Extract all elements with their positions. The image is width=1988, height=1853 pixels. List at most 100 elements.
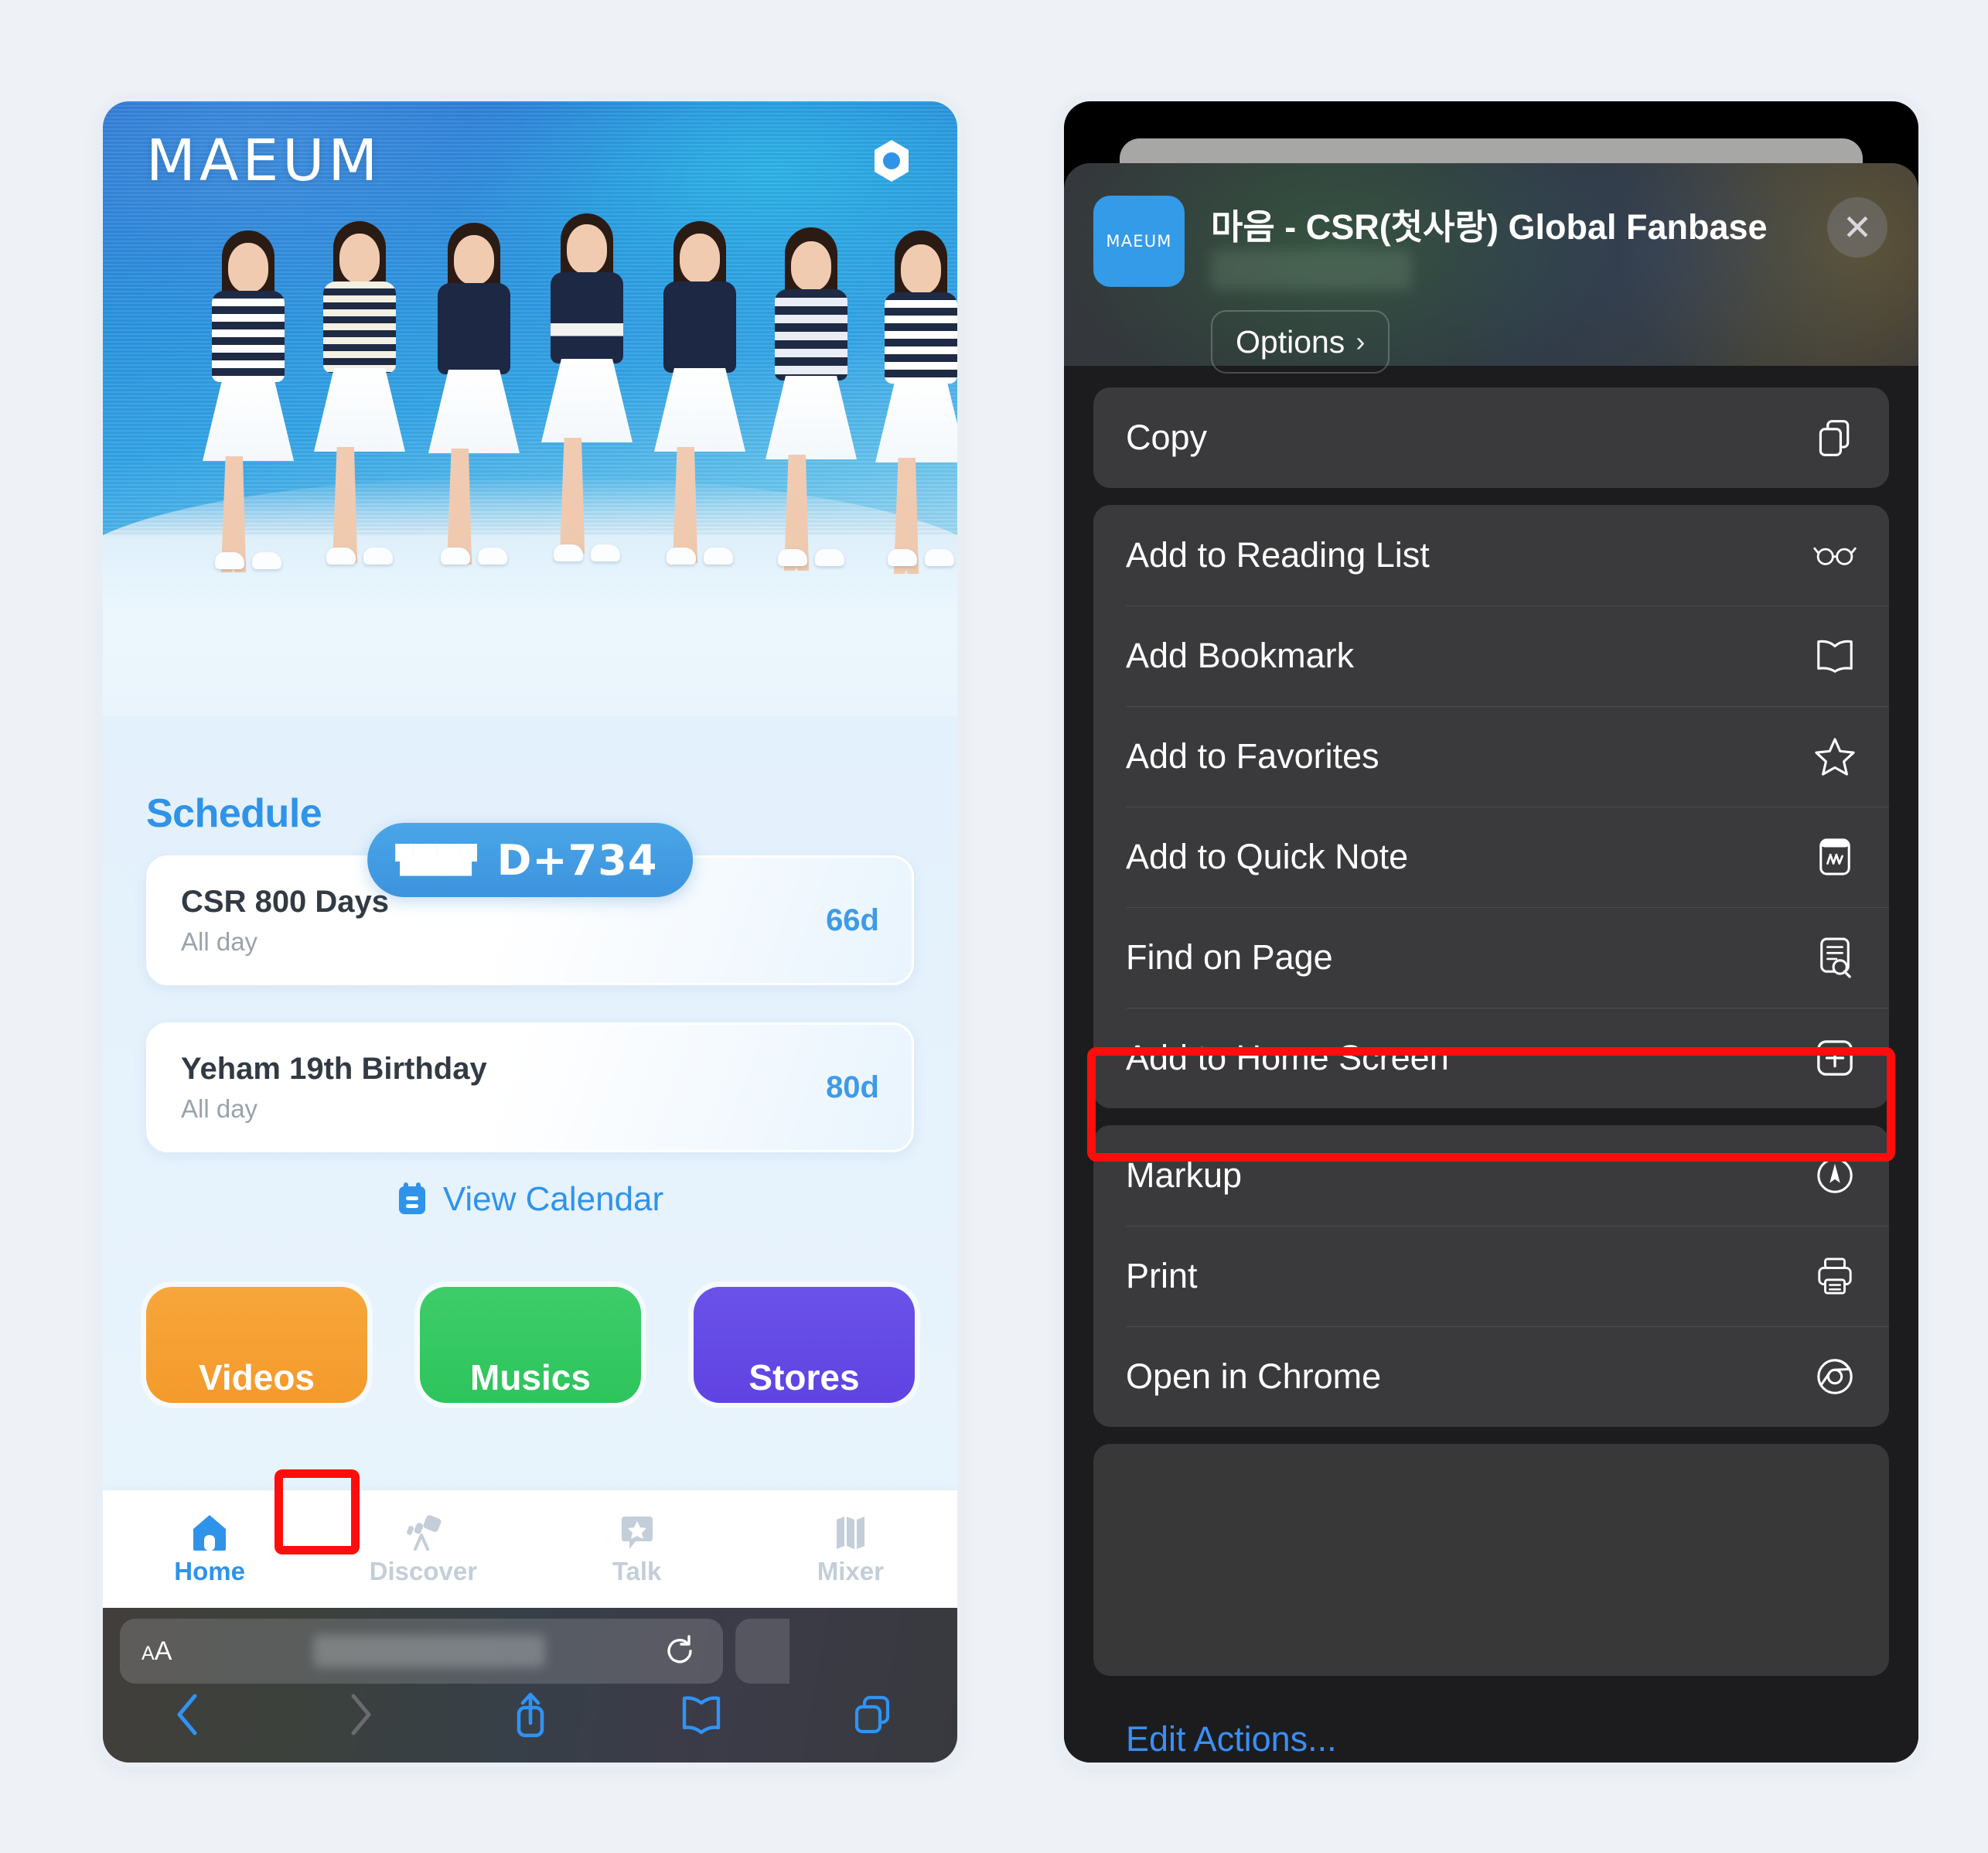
action-row-add-to-quick-note[interactable]: Add to Quick Note bbox=[1093, 807, 1889, 907]
find-page-icon bbox=[1813, 936, 1857, 979]
safari-back-button[interactable] bbox=[103, 1691, 274, 1738]
safari-forward-button[interactable] bbox=[274, 1691, 445, 1738]
three-hearts-icon bbox=[394, 844, 477, 876]
action-row-add-to-reading-list[interactable]: Add to Reading List bbox=[1093, 505, 1889, 606]
safari-share-button[interactable] bbox=[445, 1691, 615, 1739]
text-size-label-large: A bbox=[154, 1636, 172, 1666]
options-button[interactable]: Options › bbox=[1211, 310, 1390, 374]
plus-square-icon bbox=[1813, 1036, 1857, 1080]
url-text-blurred bbox=[313, 1635, 545, 1667]
edit-actions-link[interactable]: Edit Actions... bbox=[1064, 1693, 1918, 1759]
share-sheet: MAEUM 마음 - CSR(첫사랑) Global Fanbase Optio… bbox=[1064, 163, 1918, 1763]
text-size-icon[interactable]: AA bbox=[142, 1636, 172, 1667]
chrome-icon bbox=[1813, 1355, 1857, 1398]
action-label: Add to Favorites bbox=[1126, 736, 1379, 776]
action-row-open-in-chrome[interactable]: Open in Chrome bbox=[1093, 1326, 1889, 1427]
schedule-event-name: CSR 800 Days bbox=[181, 884, 390, 919]
copy-icon bbox=[1813, 416, 1857, 459]
app-icon: MAEUM bbox=[1093, 196, 1185, 287]
action-label: Add to Quick Note bbox=[1126, 837, 1409, 876]
category-button-stores[interactable]: Stores bbox=[694, 1287, 915, 1403]
tab-label: Home bbox=[174, 1557, 245, 1585]
safari-bookmarks-button[interactable] bbox=[615, 1694, 786, 1735]
tab-talk[interactable]: Talk bbox=[530, 1512, 744, 1586]
right-phone-screenshot: MAEUM 마음 - CSR(첫사랑) Global Fanbase Optio… bbox=[1064, 101, 1918, 1763]
share-sheet-url-blurred bbox=[1211, 250, 1412, 290]
view-calendar-label: View Calendar bbox=[442, 1180, 664, 1218]
action-row-add-to-home-screen[interactable]: Add to Home Screen bbox=[1093, 1008, 1889, 1108]
action-row-add-to-favorites[interactable]: Add to Favorites bbox=[1093, 706, 1889, 807]
action-label: Add Bookmark bbox=[1126, 636, 1355, 675]
action-row-copy[interactable]: Copy bbox=[1093, 387, 1889, 488]
share-sheet-title: 마음 - CSR(첫사랑) Global Fanbase bbox=[1211, 207, 1768, 247]
category-label: Musics bbox=[470, 1357, 591, 1397]
app-wordmark: MAEUM bbox=[146, 128, 382, 194]
action-row-blurred[interactable] bbox=[1093, 1444, 1889, 1560]
safari-tabs-button[interactable] bbox=[786, 1693, 957, 1736]
close-icon[interactable]: ✕ bbox=[1827, 197, 1887, 258]
d-day-badge[interactable]: D+734 bbox=[367, 823, 694, 897]
action-group: Copy bbox=[1093, 387, 1889, 488]
tab-label: Discover bbox=[369, 1557, 478, 1585]
action-label: Find on Page bbox=[1126, 937, 1333, 977]
telescope-icon bbox=[403, 1512, 443, 1552]
tab-discover[interactable]: Discover bbox=[316, 1512, 530, 1586]
chevron-right-icon: › bbox=[1355, 326, 1366, 357]
action-label-blurred bbox=[1126, 1598, 1194, 1638]
schedule-event-name: Yeham 19th Birthday bbox=[181, 1051, 487, 1086]
quick-note-icon bbox=[1813, 835, 1857, 879]
category-button-musics[interactable]: Musics bbox=[420, 1287, 641, 1403]
hex-nut-settings-icon[interactable] bbox=[869, 138, 914, 183]
text-size-label-small: A bbox=[142, 1642, 155, 1664]
action-row-add-bookmark[interactable]: Add Bookmark bbox=[1093, 606, 1889, 706]
options-label: Options bbox=[1236, 323, 1345, 360]
action-group: Add to Reading List Add Bookmark Add to … bbox=[1093, 505, 1889, 1108]
action-label-blurred bbox=[1126, 1482, 1222, 1522]
category-label: Videos bbox=[199, 1357, 315, 1397]
schedule-event-time: All day bbox=[181, 926, 258, 956]
tab-mixer[interactable]: Mixer bbox=[744, 1512, 957, 1586]
share-sheet-action-groups: Copy Add to Reading List Add Bookmark Ad… bbox=[1064, 366, 1918, 1759]
address-bar[interactable]: AA bbox=[120, 1619, 723, 1684]
action-row-blurred[interactable] bbox=[1093, 1560, 1889, 1676]
action-row-find-on-page[interactable]: Find on Page bbox=[1093, 907, 1889, 1008]
view-calendar-link[interactable]: View Calendar bbox=[103, 1180, 957, 1219]
printer-icon bbox=[1813, 1254, 1857, 1298]
schedule-days-left: 66d bbox=[826, 903, 879, 937]
d-day-label: D+734 bbox=[496, 835, 658, 885]
action-group-blurred bbox=[1093, 1444, 1889, 1676]
left-phone-screenshot: MAEUM D+734 Schedule CSR 800 Days All da… bbox=[103, 101, 957, 1763]
calendar-icon bbox=[397, 1182, 428, 1217]
tab-home[interactable]: Home bbox=[103, 1512, 316, 1586]
action-group: Markup Print Open in Chrome bbox=[1093, 1125, 1889, 1427]
blurred-icon bbox=[1813, 1480, 1857, 1524]
tab-label: Talk bbox=[612, 1557, 662, 1585]
mixer-icon bbox=[830, 1512, 871, 1552]
star-icon bbox=[1813, 735, 1857, 778]
share-sheet-header: MAEUM 마음 - CSR(첫사랑) Global Fanbase Optio… bbox=[1064, 163, 1918, 374]
next-tab-peek[interactable] bbox=[735, 1619, 789, 1684]
action-label: Add to Home Screen bbox=[1126, 1038, 1449, 1077]
schedule-card[interactable]: Yeham 19th Birthday All day 80d bbox=[146, 1022, 914, 1152]
page-title: Schedule bbox=[146, 791, 322, 836]
home-icon bbox=[189, 1512, 230, 1552]
action-row-markup[interactable]: Markup bbox=[1093, 1125, 1889, 1226]
markup-icon bbox=[1813, 1154, 1857, 1197]
schedule-event-time: All day bbox=[181, 1094, 258, 1123]
action-label: Print bbox=[1126, 1256, 1198, 1295]
action-label: Copy bbox=[1126, 418, 1208, 457]
chat-star-icon bbox=[617, 1512, 657, 1552]
tab-label: Mixer bbox=[817, 1557, 884, 1585]
screenshot-canvas: MAEUM D+734 Schedule CSR 800 Days All da… bbox=[0, 0, 1988, 1853]
action-label: Open in Chrome bbox=[1126, 1356, 1382, 1396]
action-label: Add to Reading List bbox=[1126, 535, 1430, 575]
app-tab-bar: Home Discover Talk Mixer bbox=[103, 1490, 957, 1608]
app-hero-banner: MAEUM bbox=[103, 101, 957, 716]
category-label: Stores bbox=[748, 1357, 860, 1397]
category-button-videos[interactable]: Videos bbox=[146, 1287, 367, 1403]
blurred-icon bbox=[1813, 1596, 1857, 1640]
safari-toolbar: AA bbox=[103, 1608, 957, 1763]
action-row-print[interactable]: Print bbox=[1093, 1226, 1889, 1326]
book-icon bbox=[1813, 634, 1857, 677]
reload-icon[interactable] bbox=[663, 1634, 697, 1668]
